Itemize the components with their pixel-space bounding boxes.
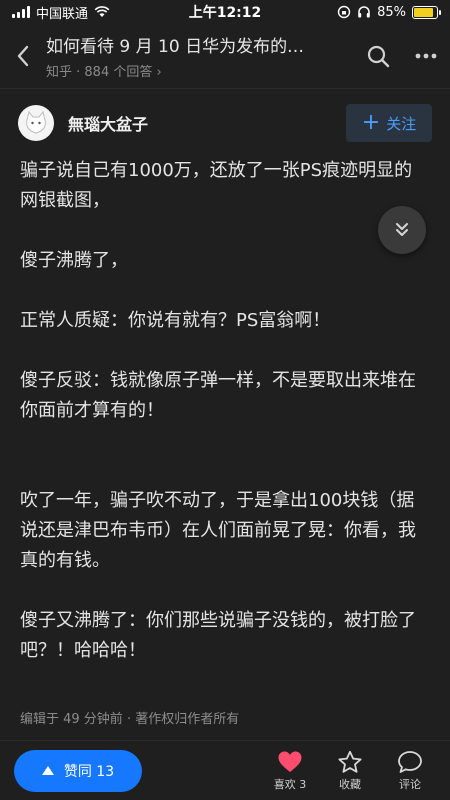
signal-icon xyxy=(12,6,30,18)
wifi-icon xyxy=(94,6,110,17)
cat-avatar-icon xyxy=(26,110,46,134)
chevron-left-icon xyxy=(17,45,29,67)
status-left: 中国联通 xyxy=(12,3,110,22)
header-divider xyxy=(0,88,450,89)
follow-button[interactable]: + 关注 xyxy=(346,104,432,142)
more-button[interactable] xyxy=(402,28,450,84)
status-right: 85% xyxy=(337,4,441,20)
bottom-action-bar: 赞同 13 喜欢 3 收藏 评论 xyxy=(0,740,450,800)
comment-button[interactable]: 评论 xyxy=(380,750,440,792)
like-label: 喜欢 3 xyxy=(273,777,307,791)
question-link[interactable]: 如何看待 9 月 10 日华为发布的… 知乎 · 884 个回答 › xyxy=(46,32,354,80)
paragraph: 傻子沸腾了， xyxy=(20,250,128,271)
upvote-label: 赞同 13 xyxy=(63,763,115,780)
carrier-label: 中国联通 xyxy=(36,6,89,22)
lock-rotation-icon xyxy=(337,5,351,19)
collect-label: 收藏 xyxy=(339,777,361,791)
author-name[interactable]: 無瑙大盆子 xyxy=(68,111,346,135)
double-chevron-down-icon xyxy=(396,223,408,236)
more-icon xyxy=(415,53,437,59)
answer-content: 骗子说自己有1000万，还放了一张PS痕迹明显的网银截图， 傻子沸腾了， 正常人… xyxy=(20,156,430,666)
paragraph: 骗子说自己有1000万，还放了一张PS痕迹明显的网银截图， xyxy=(20,160,413,211)
upvote-button[interactable]: 赞同 13 xyxy=(14,749,142,792)
follow-label: 关注 xyxy=(386,114,417,133)
battery-icon xyxy=(412,5,441,19)
plus-icon: + xyxy=(361,110,381,135)
paragraph: 傻子又沸腾了：你们那些说骗子没钱的，被打脸了吧？！哈哈哈！ xyxy=(20,610,416,661)
upvote-icon xyxy=(41,766,54,775)
question-header: 如何看待 9 月 10 日华为发布的… 知乎 · 884 个回答 › xyxy=(0,28,450,84)
like-button[interactable]: 喜欢 3 xyxy=(260,750,320,792)
heart-icon xyxy=(278,751,302,772)
status-bar: 中国联通 上午12:12 85% xyxy=(0,0,450,24)
paragraph: 傻子反驳：钱就像原子弹一样，不是要取出来堆在你面前才算有的！ xyxy=(20,370,416,421)
avatar[interactable] xyxy=(18,105,54,141)
question-title: 如何看待 9 月 10 日华为发布的… xyxy=(46,37,305,57)
collect-button[interactable]: 收藏 xyxy=(320,750,380,792)
paragraph: 正常人质疑：你说有就有？PS富翁啊！ xyxy=(20,310,331,331)
question-subtitle: 知乎 · 884 个回答 › xyxy=(46,65,162,80)
star-icon xyxy=(338,750,362,773)
author-row: 無瑙大盆子 + 关注 xyxy=(18,102,432,144)
headphones-icon xyxy=(358,6,370,18)
comment-label: 评论 xyxy=(399,777,421,791)
paragraph: 吹了一年，骗子吹不动了，于是拿出100块钱（据说还是津巴布韦币）在人们面前晃了晃… xyxy=(20,490,416,571)
search-icon xyxy=(367,45,390,68)
action-group: 喜欢 3 收藏 评论 xyxy=(260,750,440,792)
search-button[interactable] xyxy=(354,28,402,84)
battery-percent: 85% xyxy=(377,4,406,20)
collapse-button[interactable] xyxy=(378,206,426,254)
back-button[interactable] xyxy=(0,28,46,84)
comment-icon xyxy=(398,750,422,773)
edit-meta: 编辑于 49 分钟前 · 著作权归作者所有 xyxy=(20,712,240,727)
